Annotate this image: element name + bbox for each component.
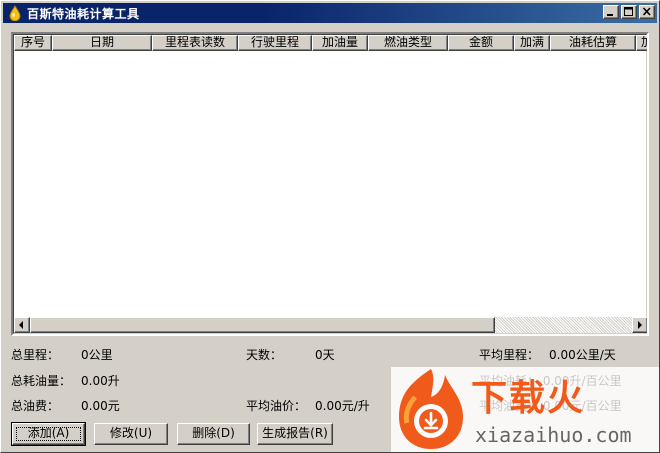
column-header-index[interactable]: 序号 (14, 35, 52, 51)
delete-button[interactable]: 删除(D) (177, 423, 250, 445)
minimize-icon (607, 14, 613, 16)
avg-distance-label: 平均里程： (479, 348, 540, 362)
fuel-record-table[interactable]: 序号 日期 里程表读数 行驶里程 加油量 燃油类型 金额 加满 油耗估算 加 (11, 32, 649, 336)
column-header-more[interactable]: 加 (636, 35, 647, 51)
days-label: 天数： (246, 348, 283, 362)
column-header-cost[interactable]: 金额 (448, 35, 514, 51)
total-cost-label: 总油费： (11, 399, 60, 413)
avg-price-label: 平均油价： (246, 399, 307, 413)
maximize-icon (624, 7, 633, 16)
total-fuel-label: 总耗油量： (11, 374, 72, 388)
generate-report-button-label: 生成报告(R) (262, 426, 328, 440)
add-button[interactable]: 添加(A) (11, 422, 86, 446)
close-button[interactable] (639, 5, 655, 19)
scroll-right-button[interactable] (632, 317, 647, 333)
column-header-odometer[interactable]: 里程表读数 (152, 35, 238, 51)
window-title: 百斯特油耗计算工具 (27, 6, 140, 21)
total-distance-label: 总里程： (11, 348, 60, 362)
edit-button-label: 修改(U) (109, 426, 153, 440)
column-header-full-tank[interactable]: 加满 (514, 35, 550, 51)
horizontal-scrollbar[interactable] (14, 317, 647, 333)
column-header-consumption-estimate[interactable]: 油耗估算 (550, 35, 636, 51)
scroll-left-button[interactable] (14, 317, 30, 333)
title-bar[interactable]: 百斯特油耗计算工具 (3, 3, 657, 23)
avg-price-value: 0.00元/升 (315, 399, 370, 413)
watermark-brand: 下载火 (471, 378, 586, 419)
flame-logo-icon (399, 369, 463, 449)
scrollbar-thumb[interactable] (30, 317, 495, 333)
table-header: 序号 日期 里程表读数 行驶里程 加油量 燃油类型 金额 加满 油耗估算 加 (14, 35, 647, 51)
total-distance-value: 0公里 (81, 348, 113, 362)
total-cost-value: 0.00元 (81, 399, 120, 413)
column-header-fuel-type[interactable]: 燃油类型 (368, 35, 448, 51)
edit-button[interactable]: 修改(U) (94, 423, 168, 445)
arrow-right-icon (638, 321, 642, 329)
column-header-date[interactable]: 日期 (52, 35, 152, 51)
generate-report-button[interactable]: 生成报告(R) (257, 423, 333, 445)
avg-distance-value: 0.00公里/天 (549, 348, 616, 362)
main-window: 百斯特油耗计算工具 序号 日期 里程表读数 行驶里程 加油量 燃油类型 金额 加… (0, 0, 660, 453)
scrollbar-track[interactable] (30, 317, 632, 333)
column-header-fuel-amount[interactable]: 加油量 (312, 35, 368, 51)
maximize-button[interactable] (621, 5, 637, 19)
minimize-button[interactable] (603, 5, 619, 19)
watermark-url: xiazaihuo.com (475, 423, 632, 447)
arrow-left-icon (19, 321, 23, 329)
column-header-distance[interactable]: 行驶里程 (238, 35, 312, 51)
delete-button-label: 删除(D) (192, 426, 235, 440)
fuel-drop-icon (9, 5, 21, 21)
days-value: 0天 (315, 348, 335, 362)
total-fuel-value: 0.00升 (81, 374, 120, 388)
close-icon (642, 7, 651, 16)
